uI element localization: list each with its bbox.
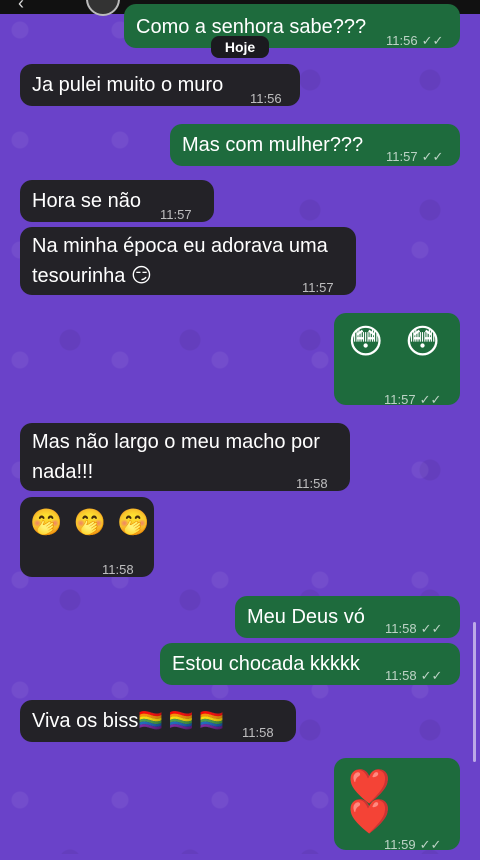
- message-outgoing[interactable]: Como a senhora sabe??? 11:56 ✓✓: [124, 4, 460, 48]
- message-time: 11:58 ✓✓: [385, 668, 443, 683]
- message-time: 11:57: [302, 280, 334, 295]
- scrollbar[interactable]: [473, 622, 476, 762]
- message-text: Viva os biss🏳️‍🌈 🏳️‍🌈 🏳️‍🌈: [32, 710, 225, 732]
- message-text: Meu Deus vó: [247, 606, 365, 628]
- double-check-icon: ✓✓: [419, 392, 442, 407]
- message-text: Estou chocada kkkkk: [172, 653, 360, 675]
- message-time: 11:56: [250, 91, 282, 106]
- message-incoming[interactable]: Viva os biss🏳️‍🌈 🏳️‍🌈 🏳️‍🌈 11:58: [20, 700, 296, 742]
- double-check-icon: ✓✓: [420, 668, 443, 683]
- message-outgoing[interactable]: Meu Deus vó 11:58 ✓✓: [235, 596, 460, 638]
- message-incoming[interactable]: Mas não largo o meu macho por nada!!! 11…: [20, 423, 350, 491]
- message-time: 11:58: [242, 725, 274, 740]
- emoji-text: 😳 😳: [348, 323, 447, 361]
- message-incoming[interactable]: 🤭 🤭 🤭 11:58: [20, 497, 154, 577]
- message-time: 11:59 ✓✓: [384, 837, 442, 852]
- message-time: 11:57: [160, 207, 192, 222]
- message-incoming[interactable]: Hora se não 11:57: [20, 180, 214, 222]
- double-check-icon: ✓✓: [421, 149, 444, 164]
- message-outgoing[interactable]: Estou chocada kkkkk 11:58 ✓✓: [160, 643, 460, 685]
- emoji-text: ❤️ ❤️: [348, 768, 397, 836]
- double-check-icon: ✓✓: [419, 837, 442, 852]
- message-text: Na minha época eu adorava uma tesourinha…: [32, 235, 328, 287]
- message-time: 11:58 ✓✓: [385, 621, 443, 636]
- message-outgoing[interactable]: ❤️ ❤️ 11:59 ✓✓: [334, 758, 460, 852]
- message-time: 11:56 ✓✓: [386, 33, 444, 48]
- message-time: 11:58: [102, 562, 134, 577]
- message-time: 11:58: [296, 476, 328, 491]
- emoji-text: 🤭 🤭 🤭: [30, 507, 152, 537]
- chevron-left-icon[interactable]: ‹: [18, 0, 24, 14]
- message-outgoing[interactable]: Mas com mulher??? 11:57 ✓✓: [170, 124, 460, 166]
- double-check-icon: ✓✓: [421, 33, 444, 48]
- message-text: Mas com mulher???: [182, 134, 364, 156]
- message-time: 11:57 ✓✓: [384, 392, 442, 407]
- message-incoming[interactable]: Ja pulei muito o muro 11:56: [20, 64, 300, 106]
- double-check-icon: ✓✓: [420, 621, 443, 636]
- message-text: Ja pulei muito o muro: [32, 74, 224, 96]
- message-text: Hora se não: [32, 190, 141, 212]
- message-incoming[interactable]: Na minha época eu adorava uma tesourinha…: [20, 227, 356, 295]
- avatar[interactable]: [86, 0, 120, 16]
- date-chip: Hoje: [211, 36, 269, 58]
- message-time: 11:57 ✓✓: [386, 149, 444, 164]
- message-outgoing[interactable]: 😳 😳 11:57 ✓✓: [334, 313, 460, 407]
